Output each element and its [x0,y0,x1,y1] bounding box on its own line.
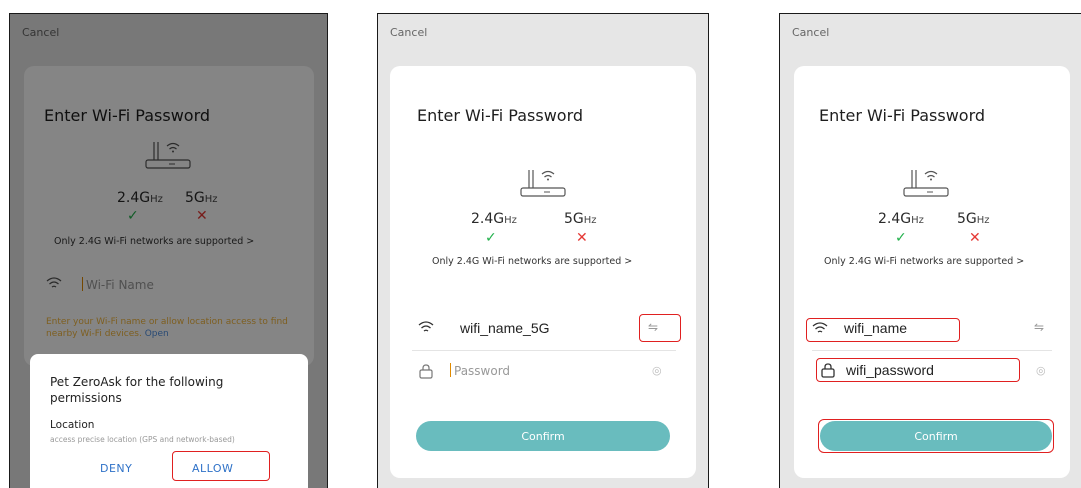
allow-highlight-box [172,451,270,481]
lock-icon [820,362,836,382]
confirm-highlight-box [818,419,1054,453]
band-5ghz-label: 5GHz [564,211,597,227]
wifi-card: Enter Wi-Fi Password 2.4GHz 5GHz ✓ ✕ Onl… [390,66,696,478]
lock-icon [418,363,434,383]
band-5ghz-label: 5GHz [957,211,990,227]
deny-button[interactable]: DENY [100,462,132,475]
router-icon [520,170,566,197]
cancel-button[interactable]: Cancel [792,26,829,39]
page-title: Enter Wi-Fi Password [819,106,986,125]
wifi-name-field[interactable]: wifi_name [844,320,907,336]
page-title: Enter Wi-Fi Password [417,106,584,125]
supported-networks-link[interactable]: Only 2.4G Wi-Fi networks are supported > [824,256,1024,267]
password-field[interactable]: wifi_password [846,362,934,378]
wifi-name-field[interactable]: wifi_name_5G [460,320,550,336]
check-icon: ✓ [895,230,907,246]
permission-description: access precise location (GPS and network… [50,435,235,444]
permission-dialog: Pet ZeroAsk for the following permission… [30,354,308,488]
screen-wifi-5g-selected: Cancel Enter Wi-Fi Password 2.4GHz 5GHz … [377,13,709,488]
dialog-title: Pet ZeroAsk for the following permission… [50,375,224,405]
band-2-4ghz-label: 2.4GHz [471,211,517,227]
divider [812,350,1052,351]
eye-icon[interactable]: ◎ [652,364,662,377]
eye-icon[interactable]: ◎ [1036,364,1046,377]
wifi-icon [812,321,828,339]
confirm-button[interactable]: Confirm [416,421,670,451]
permission-name: Location [50,419,95,431]
wifi-card: Enter Wi-Fi Password 2.4GHz 5GHz ✓ ✕ Onl… [794,66,1070,478]
router-icon [903,170,949,197]
switch-highlight-box [639,314,681,342]
wifi-icon [418,320,434,338]
switch-network-icon[interactable]: ⇋ [1034,320,1044,334]
screen-wifi-credentials-filled: Cancel Enter Wi-Fi Password 2.4GHz 5GHz … [779,13,1081,488]
cross-icon: ✕ [969,230,981,246]
screen-permission-dialog: Cancel Enter Wi-Fi Password 2.4GHz 5GHz … [9,13,328,488]
band-2-4ghz-label: 2.4GHz [878,211,924,227]
divider [412,350,676,351]
supported-networks-link[interactable]: Only 2.4G Wi-Fi networks are supported > [432,256,632,267]
password-input[interactable]: Password [454,364,510,378]
cross-icon: ✕ [576,230,588,246]
text-cursor [450,363,451,377]
cancel-button[interactable]: Cancel [390,26,427,39]
check-icon: ✓ [485,230,497,246]
